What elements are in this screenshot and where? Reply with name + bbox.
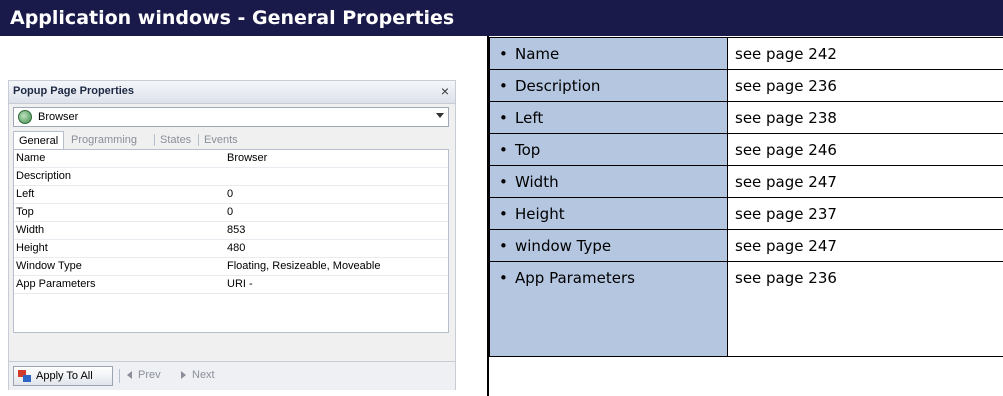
property-value: 0: [227, 188, 234, 200]
property-name: window Type: [515, 236, 612, 255]
bullet: •: [499, 236, 508, 255]
property-value: Floating, Resizeable, Moveable: [227, 260, 381, 272]
property-name: Width: [16, 224, 45, 236]
table-row: • Left see page 238: [489, 101, 1003, 134]
property-name: Name: [515, 44, 560, 63]
property-value: 853: [227, 224, 246, 236]
chevron-down-icon: [436, 113, 444, 118]
property-cell: • Height: [489, 197, 728, 230]
page-reference-cell: see page 236: [727, 261, 1003, 357]
page-reference-cell: see page 236: [727, 69, 1003, 102]
property-row[interactable]: App Parameters URI -: [14, 276, 448, 294]
property-row[interactable]: Width 853: [14, 222, 448, 240]
bullet: •: [499, 44, 508, 63]
arrow-left-icon: [127, 371, 132, 380]
table-row: • Top see page 246: [489, 133, 1003, 166]
section-title: Application windows - General Properties: [10, 7, 455, 29]
property-value: 0: [227, 206, 234, 218]
property-value: URI -: [227, 278, 253, 290]
footer-separator: [119, 369, 120, 383]
apply-to-all-label: Apply To All: [36, 370, 93, 382]
property-reference-table: • Name see page 242 • Description see page…: [489, 37, 1003, 357]
table-row: • window Type see page 247: [489, 229, 1003, 262]
table-row: • Name see page 242: [489, 37, 1003, 70]
property-name: Left: [16, 188, 35, 200]
property-name: App Parameters: [515, 269, 635, 287]
property-name: Height: [16, 242, 48, 254]
bullet: •: [499, 172, 508, 191]
property-name: Top: [515, 140, 541, 159]
table-row: • Height see page 237: [489, 197, 1003, 230]
property-name: Height: [515, 204, 565, 223]
section-header: Application windows - General Properties: [0, 0, 1003, 36]
property-name: App Parameters: [16, 278, 96, 290]
table-row: • Description see page 236: [489, 69, 1003, 102]
browser-page-icon: [18, 110, 32, 124]
property-value: Browser: [227, 152, 268, 164]
next-button[interactable]: Next: [181, 369, 215, 381]
property-row[interactable]: Name Browser: [14, 150, 448, 168]
bullet: •: [499, 108, 508, 127]
tab-separator: [198, 134, 199, 146]
property-cell: • Left: [489, 101, 728, 134]
page-reference-cell: see page 247: [727, 165, 1003, 198]
property-name: Description: [515, 76, 601, 95]
property-row[interactable]: Height 480: [14, 240, 448, 258]
tab-programming[interactable]: Programming: [71, 131, 137, 149]
bullet: •: [499, 76, 508, 95]
property-name: Width: [515, 172, 559, 191]
dialog-footer: Apply To All Prev Next: [9, 361, 455, 390]
property-row[interactable]: Left 0: [14, 186, 448, 204]
property-row[interactable]: Description: [14, 168, 448, 186]
tab-states[interactable]: States: [160, 131, 191, 149]
property-cell: • Top: [489, 133, 728, 166]
property-name: Top: [16, 206, 34, 218]
table-row: • App Parameters see page 236: [489, 261, 1003, 357]
property-name: Window Type: [16, 260, 82, 272]
property-name: Name: [16, 152, 46, 164]
close-icon[interactable]: ×: [441, 83, 449, 99]
page-reference-cell: see page 246: [727, 133, 1003, 166]
property-grid: Name Browser Description Left 0 Top 0 Wi…: [13, 149, 449, 333]
page-reference-cell: see page 247: [727, 229, 1003, 262]
page-reference-cell: see page 237: [727, 197, 1003, 230]
dialog-tabs: General Programming States Events: [13, 131, 449, 150]
property-row[interactable]: Top 0: [14, 204, 448, 222]
bullet: •: [499, 204, 508, 223]
popup-page-properties-dialog: Popup Page Properties × Browser General …: [8, 80, 456, 390]
property-name: Left: [515, 108, 544, 127]
property-name: Description: [16, 170, 72, 182]
page-select-dropdown[interactable]: Browser: [13, 107, 449, 127]
property-row[interactable]: Window Type Floating, Resizeable, Moveab…: [14, 258, 448, 276]
tab-general[interactable]: General: [13, 131, 65, 150]
page-reference-cell: see page 242: [727, 37, 1003, 70]
arrow-right-icon: [181, 371, 186, 380]
table-row: • Width see page 247: [489, 165, 1003, 198]
property-cell: • App Parameters: [489, 261, 728, 357]
dialog-title: Popup Page Properties: [13, 85, 135, 97]
property-cell: • Description: [489, 69, 728, 102]
next-label: Next: [192, 369, 215, 381]
apply-to-all-button[interactable]: Apply To All: [13, 366, 113, 386]
selected-page-value: Browser: [38, 111, 79, 123]
tab-events[interactable]: Events: [204, 131, 238, 149]
apply-icon: [18, 370, 32, 382]
property-cell: • window Type: [489, 229, 728, 262]
bullet: •: [499, 140, 508, 159]
prev-label: Prev: [138, 369, 161, 381]
bullet: •: [499, 269, 508, 287]
property-value: 480: [227, 242, 246, 254]
tab-separator: [154, 134, 155, 146]
property-cell: • Name: [489, 37, 728, 70]
dialog-titlebar: Popup Page Properties ×: [9, 81, 455, 104]
prev-button[interactable]: Prev: [127, 369, 161, 381]
property-cell: • Width: [489, 165, 728, 198]
page-reference-cell: see page 238: [727, 101, 1003, 134]
